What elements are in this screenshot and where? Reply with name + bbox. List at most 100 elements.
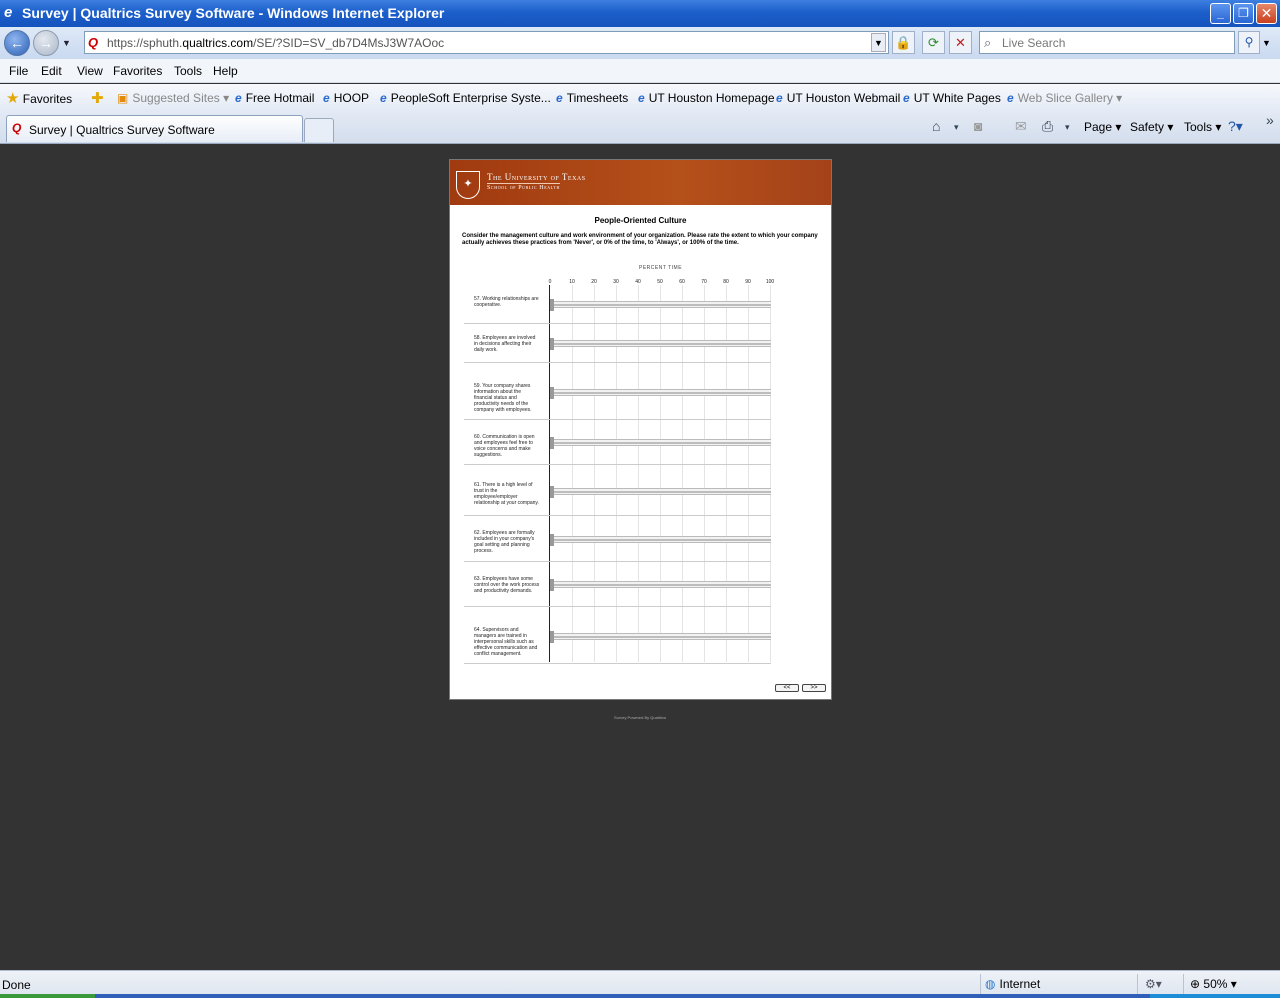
maximize-button[interactable]: ❐	[1233, 3, 1254, 24]
minimize-button[interactable]: _	[1210, 3, 1231, 24]
globe-icon: ◍	[985, 977, 996, 991]
fav-timesheets[interactable]: e Timesheets	[556, 91, 628, 105]
ie-page-icon: e	[638, 91, 645, 105]
slider-track[interactable]	[550, 301, 771, 308]
back-arrow-icon: ←	[10, 35, 24, 51]
read-mail-icon[interactable]: ✉	[1015, 118, 1027, 135]
question-row: 57. Working relationships are cooperativ…	[464, 285, 771, 324]
slider-track[interactable]	[550, 488, 771, 495]
tools-menu[interactable]: Tools ▾	[1184, 120, 1221, 134]
fav-hoop[interactable]: e HOOP	[323, 91, 369, 105]
recent-pages-dropdown[interactable]: ▼	[62, 38, 71, 48]
status-divider	[980, 974, 981, 996]
tab-survey[interactable]: Q Survey | Qualtrics Survey Software	[6, 115, 303, 142]
menu-bar: File Edit View Favorites Tools Help	[0, 59, 1280, 83]
fav-ut-houston-webmail[interactable]: e UT Houston Webmail	[776, 91, 900, 105]
address-dropdown-button[interactable]: ▼	[871, 33, 886, 52]
slider-handle[interactable]	[550, 437, 554, 449]
previous-button[interactable]: <<	[775, 684, 799, 692]
slider-handle[interactable]	[550, 631, 554, 643]
print-icon[interactable]: ⎙	[1042, 118, 1053, 135]
slider-handle[interactable]	[550, 299, 554, 311]
more-commands-chevron-icon[interactable]: »	[1266, 112, 1274, 128]
page-menu[interactable]: Page ▾	[1084, 120, 1121, 134]
home-icon[interactable]: ⌂	[932, 118, 940, 134]
zoom-level[interactable]: ⊕ 50% ▾	[1190, 977, 1237, 991]
page-content: ✦ The University of Texas School of Publ…	[2, 145, 1278, 969]
slider-track[interactable]	[550, 389, 771, 396]
security-lock-icon[interactable]: 🔒	[892, 31, 915, 54]
slider-handle[interactable]	[550, 534, 554, 546]
print-dropdown[interactable]: ▾	[1065, 122, 1070, 133]
feeds-icon[interactable]: ◙	[974, 118, 982, 134]
slider-track[interactable]	[550, 340, 771, 347]
search-go-button[interactable]: ⚲	[1238, 31, 1260, 54]
powered-by-footer[interactable]: Survey Powered By Qualtrics	[614, 715, 666, 720]
slider-handle[interactable]	[550, 338, 554, 350]
slider-groove	[550, 636, 771, 638]
ie-page-icon: e	[1007, 91, 1014, 105]
slider-track[interactable]	[550, 633, 771, 640]
suggested-sites-icon: ▣	[117, 91, 129, 105]
refresh-icon: ⟳	[928, 35, 939, 50]
slider-track[interactable]	[550, 439, 771, 446]
close-window-button[interactable]: ✕	[1256, 3, 1277, 24]
qualtrics-favicon-icon: Q	[12, 121, 22, 135]
menu-help[interactable]: Help	[213, 64, 238, 78]
fav-suggested-sites[interactable]: ▣ Suggested Sites ▾	[117, 91, 229, 105]
fav-free-hotmail[interactable]: e Free Hotmail	[235, 91, 314, 105]
question-text: 61. There is a high level of trust in th…	[474, 482, 539, 506]
slider-groove	[550, 539, 771, 541]
tab-row: Q Survey | Qualtrics Survey Software ⌂ ▾…	[0, 112, 1280, 144]
add-to-favorites-icon[interactable]: ✚	[91, 89, 104, 107]
slider-track[interactable]	[550, 581, 771, 588]
menu-view[interactable]: View	[77, 64, 103, 78]
fav-web-slice-gallery[interactable]: e Web Slice Gallery ▾	[1007, 91, 1122, 105]
menu-edit[interactable]: Edit	[41, 64, 62, 78]
safety-menu[interactable]: Safety ▾	[1130, 120, 1173, 134]
search-input[interactable]: ⌕ Live Search	[979, 31, 1235, 54]
magnifier-icon: ⚲	[1244, 35, 1254, 49]
slider-groove	[550, 304, 771, 306]
search-options-dropdown[interactable]: ▼	[1262, 38, 1271, 48]
fav-peoplesoft[interactable]: e PeopleSoft Enterprise Syste...	[380, 91, 551, 105]
stop-icon: ✕	[955, 35, 966, 50]
address-field[interactable]: Q https://sphuth.qualtrics.com/SE/?SID=S…	[84, 31, 889, 54]
stop-button[interactable]: ✕	[949, 31, 972, 54]
slider-handle[interactable]	[550, 579, 554, 591]
status-text: Done	[2, 978, 31, 992]
slider-groove	[550, 392, 771, 394]
slider-handle[interactable]	[550, 486, 554, 498]
back-button[interactable]: ←	[4, 30, 30, 56]
banner-school-name: School of Public Health	[487, 183, 560, 191]
favorites-bar: ★ Favorites ✚ ▣ Suggested Sites ▾ e Free H…	[0, 84, 1280, 112]
slider-groove	[550, 343, 771, 345]
menu-tools[interactable]: Tools	[174, 64, 202, 78]
slider-groove	[550, 442, 771, 444]
question-text: 63. Employees have some control over the…	[474, 576, 540, 594]
slider-track[interactable]	[550, 536, 771, 543]
slider-handle[interactable]	[550, 387, 554, 399]
taskbar-strip	[0, 994, 1280, 998]
search-placeholder: Live Search	[1002, 36, 1066, 50]
refresh-button[interactable]: ⟳	[922, 31, 945, 54]
menu-file[interactable]: File	[9, 64, 28, 78]
favorites-button[interactable]: ★ Favorites	[6, 89, 72, 107]
help-icon[interactable]: ?▾	[1228, 118, 1243, 135]
question-row: 64. Supervisors and managers are trained…	[464, 607, 771, 664]
survey-title: People-Oriented Culture	[594, 216, 687, 225]
address-url: https://sphuth.qualtrics.com/SE/?SID=SV_…	[107, 36, 445, 50]
zoom-magnifier-icon: ⊕	[1190, 977, 1201, 991]
tab-label: Survey | Qualtrics Survey Software	[29, 123, 215, 137]
ie-page-icon: e	[235, 91, 242, 105]
forward-button[interactable]: →	[33, 30, 59, 56]
fav-ut-white-pages[interactable]: e UT White Pages	[903, 91, 1001, 105]
home-dropdown[interactable]: ▾	[954, 122, 959, 133]
security-zone[interactable]: ◍ Internet	[985, 977, 1040, 991]
new-tab-button[interactable]	[304, 118, 334, 142]
fav-ut-houston-homepage[interactable]: e UT Houston Homepage	[638, 91, 775, 105]
protected-mode-icon[interactable]: ⚙▾	[1145, 977, 1162, 991]
next-button[interactable]: >>	[802, 684, 826, 692]
menu-favorites[interactable]: Favorites	[113, 64, 162, 78]
survey-instructions: Consider the management culture and work…	[462, 233, 818, 246]
